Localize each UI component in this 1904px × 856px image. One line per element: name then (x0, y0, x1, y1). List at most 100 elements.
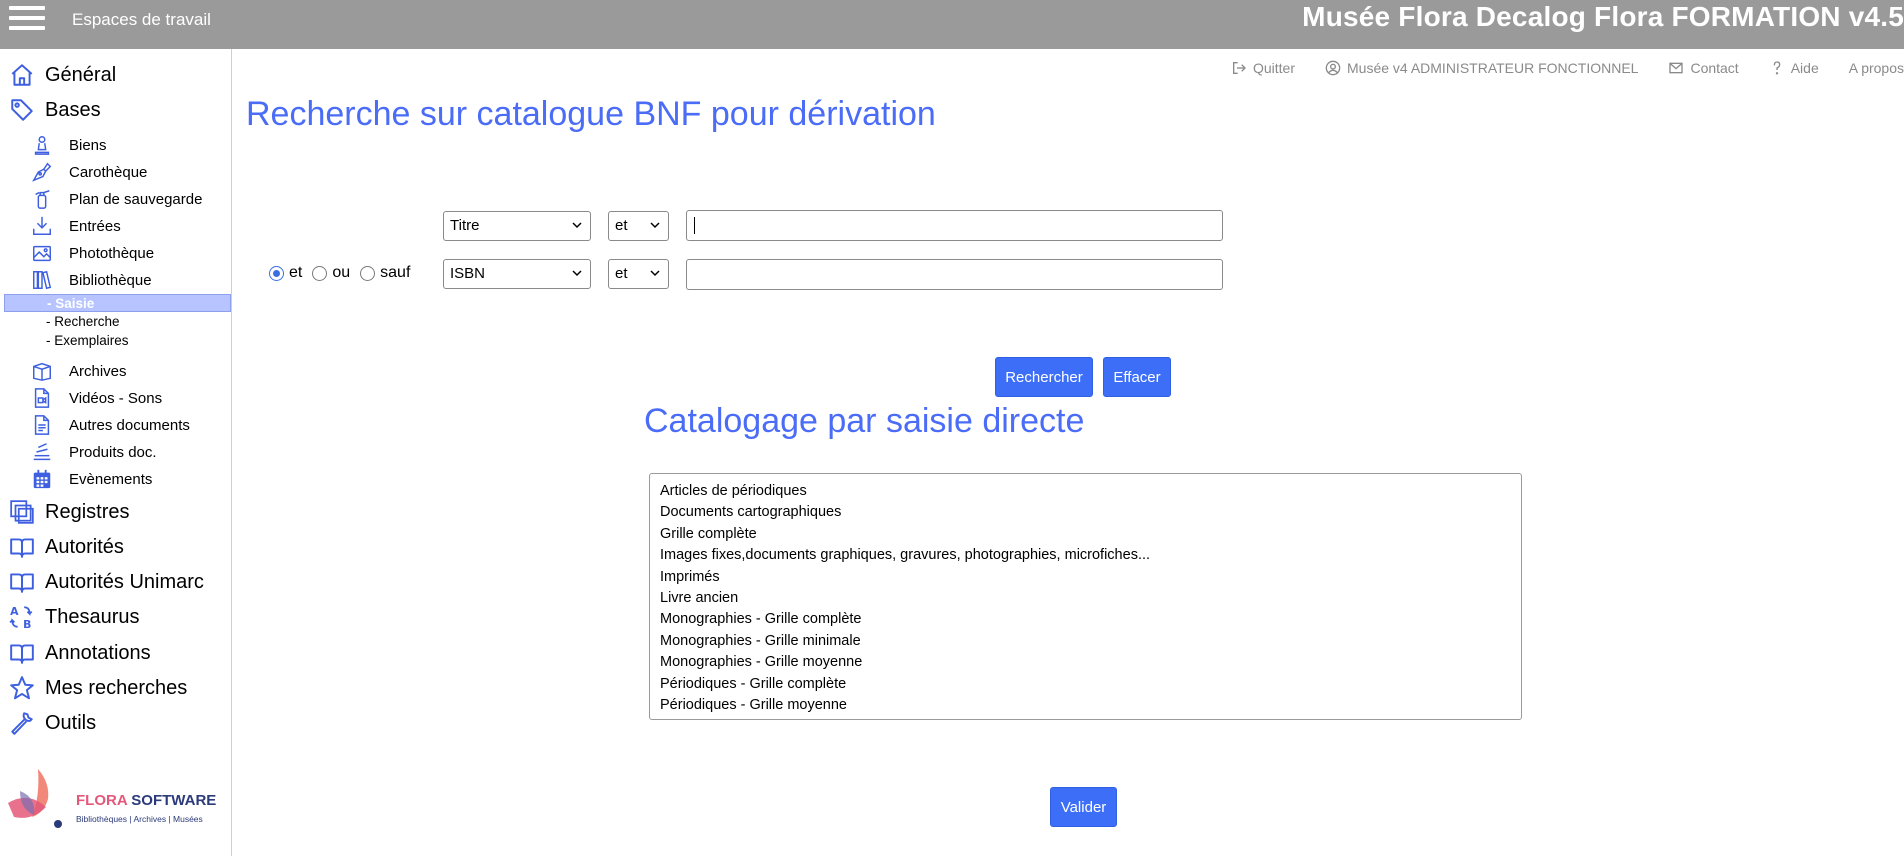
sidebar-item-general[interactable]: Général (0, 59, 231, 91)
envelope-icon (1669, 62, 1684, 74)
sidebar-item-label: Autres documents (69, 417, 190, 434)
sidebar-item-plan-de-sauvegarde[interactable]: Plan de sauvegarde (0, 187, 231, 213)
catalog-option[interactable]: Imprimés (650, 567, 1521, 588)
sidebar-item-annotations[interactable]: Annotations (0, 637, 231, 669)
catalog-option[interactable]: Images fixes,documents graphiques, gravu… (650, 545, 1521, 566)
radio-et[interactable] (269, 265, 284, 281)
copy-icon (9, 499, 35, 525)
search-input-1[interactable] (686, 210, 1223, 241)
statue-icon (31, 134, 53, 156)
catalog-option[interactable]: Monographies - Grille moyenne (650, 652, 1521, 673)
download-tray-icon (31, 215, 53, 237)
book-open-icon (9, 534, 35, 560)
sidebar-item-autorites[interactable]: Autorités (0, 531, 231, 563)
radio-et-label: et (289, 264, 303, 281)
field-select-1[interactable]: Titre (443, 211, 591, 241)
books-icon (31, 269, 53, 291)
sort-alpha-icon: AB (9, 604, 35, 631)
sidebar-item-label: Annotations (45, 642, 151, 664)
sidebar-item-label: Outils (45, 712, 97, 734)
sidebar-item-outils[interactable]: Outils (0, 707, 231, 739)
help-link[interactable]: Aide (1769, 60, 1819, 76)
catalog-option[interactable]: Grille complète (650, 524, 1521, 545)
radio-sauf-label: sauf (380, 264, 411, 281)
chevron-down-icon (650, 222, 660, 229)
sidebar-item-phototheque[interactable]: Photothèque (0, 241, 231, 267)
user-link[interactable]: Musée v4 ADMINISTRATEUR FONCTIONNEL (1325, 60, 1638, 76)
sidebar-item-label: Autorités (45, 536, 124, 558)
field-select-2[interactable]: ISBN (443, 259, 591, 289)
text-caret (694, 217, 695, 234)
operator-select-2[interactable]: et (608, 259, 669, 289)
video-file-icon (31, 387, 53, 409)
fire-extinguisher-icon (31, 188, 53, 210)
field-select-value: ISBN (450, 265, 486, 282)
catalog-option[interactable]: Périodiques - Grille moyenne (650, 695, 1521, 716)
sidebar-item-label: Evènements (69, 471, 153, 488)
sidebar-item-biens[interactable]: Biens (0, 133, 231, 159)
top-bar: Espaces de travail Musée Flora Decalog F… (0, 0, 1904, 49)
sidebar-item-label: Carothèque (69, 164, 148, 181)
catalog-template-listbox[interactable]: Articles de périodiques Documents cartogr… (649, 473, 1522, 720)
sidebar-item-videos-sons[interactable]: Vidéos - Sons (0, 386, 231, 412)
sidebar-item-label: Bibliothèque (69, 272, 152, 289)
section-title: Catalogage par saisie directe (644, 402, 1085, 440)
sidebar-item-thesaurus[interactable]: AB Thesaurus (0, 601, 231, 633)
sidebar-item-label: Entrées (69, 218, 121, 235)
home-icon (9, 62, 35, 88)
sidebar-item-label: Bases (45, 99, 101, 121)
quit-link[interactable]: Quitter (1231, 60, 1295, 76)
sidebar-item-evenements[interactable]: Evènements (0, 467, 231, 493)
operator-select-value: et (615, 217, 628, 234)
tag-icon (9, 97, 35, 123)
sidebar-item-autorites-unimarc[interactable]: Autorités Unimarc (0, 566, 231, 598)
contact-label: Contact (1690, 60, 1739, 76)
sidebar-item-label: Archives (69, 363, 127, 380)
search-input-2[interactable] (686, 259, 1223, 290)
sidebar-leaf-exemplaires[interactable]: - Exemplaires (4, 332, 231, 350)
sidebar-item-bases[interactable]: Bases (0, 94, 231, 126)
sidebar-item-produits-doc[interactable]: Produits doc. (0, 440, 231, 466)
sidebar-item-mes-recherches[interactable]: Mes recherches (0, 672, 231, 704)
contact-link[interactable]: Contact (1668, 60, 1739, 76)
search-button[interactable]: Rechercher (995, 357, 1093, 397)
combinator-radio-group: et ou sauf (269, 264, 420, 282)
flora-logo-mark-icon (8, 769, 62, 828)
chevron-down-icon (572, 270, 582, 277)
clear-button[interactable]: Effacer (1103, 357, 1171, 397)
catalog-option[interactable]: Monographies - Grille minimale (650, 631, 1521, 652)
radio-sauf[interactable] (360, 265, 376, 281)
stack-icon (31, 441, 53, 463)
logo-name: FLORA SOFTWARE (76, 792, 216, 809)
image-icon (31, 242, 53, 264)
sidebar-item-bibliotheque[interactable]: Bibliothèque (0, 268, 231, 294)
sidebar-item-autres-documents[interactable]: Autres documents (0, 413, 231, 439)
catalog-option[interactable]: Livre ancien (650, 588, 1521, 609)
sidebar-item-archives[interactable]: Archives (0, 359, 231, 385)
radio-ou[interactable] (312, 265, 328, 281)
sidebar-item-registres[interactable]: Registres (0, 496, 231, 528)
validate-button[interactable]: Valider (1050, 787, 1117, 827)
catalog-option[interactable]: Périodiques - Grille complète (650, 674, 1521, 695)
user-circle-icon (1325, 60, 1341, 76)
operator-select-1[interactable]: et (608, 211, 669, 241)
sidebar-item-entrees[interactable]: Entrées (0, 214, 231, 240)
about-link[interactable]: A propos (1849, 60, 1904, 76)
user-label: Musée v4 ADMINISTRATEUR FONCTIONNEL (1347, 60, 1639, 76)
wrench-icon (9, 710, 35, 736)
document-icon (31, 414, 53, 436)
catalog-option[interactable]: Documents cartographiques (650, 502, 1521, 523)
sidebar-leaf-recherche[interactable]: - Recherche (4, 313, 231, 331)
hamburger-menu-icon[interactable] (9, 4, 45, 32)
book-open-icon (9, 640, 35, 666)
sidebar-item-carotheque[interactable]: Carothèque (0, 160, 231, 186)
catalog-option[interactable]: Monographies - Grille complète (650, 609, 1521, 630)
sidebar-item-label: Plan de sauvegarde (69, 191, 203, 208)
catalog-option[interactable]: Articles de périodiques (650, 481, 1521, 502)
sidebar-leaf-saisie[interactable]: - Saisie (4, 294, 231, 312)
sidebar-item-label: Vidéos - Sons (69, 390, 163, 407)
logout-icon (1232, 62, 1246, 74)
workspaces-link[interactable]: Espaces de travail (72, 10, 211, 30)
question-icon (1773, 61, 1781, 75)
sidebar-item-label: Photothèque (69, 245, 155, 262)
